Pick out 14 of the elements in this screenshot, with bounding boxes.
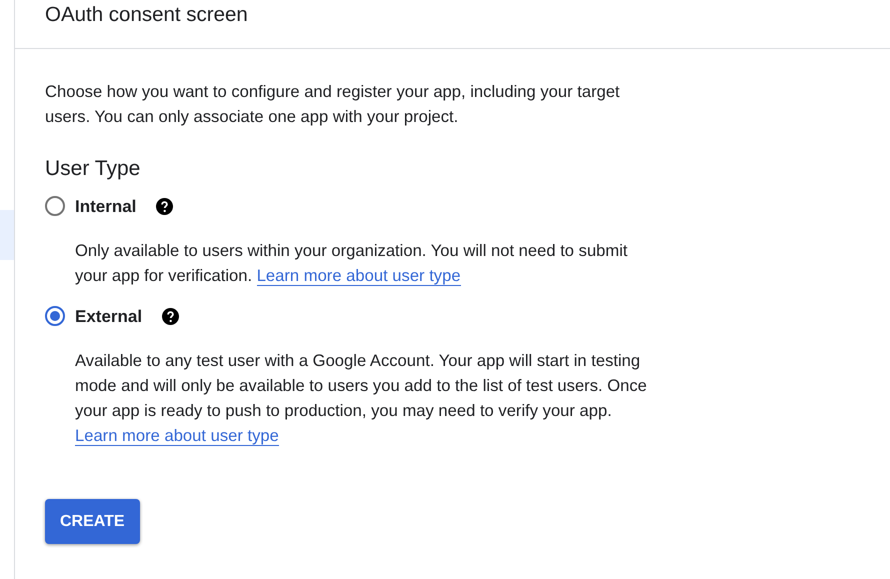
section-heading: User Type	[45, 156, 142, 182]
learn-more-link[interactable]: Learn more about user type	[256, 266, 461, 286]
help-icon[interactable]	[156, 198, 174, 215]
option-label[interactable]: External	[75, 304, 142, 329]
radio-button[interactable]	[45, 306, 65, 326]
learn-more-link[interactable]: Learn more about user type	[75, 426, 279, 446]
create-button[interactable]: CREATE	[45, 499, 140, 544]
radio-button[interactable]	[45, 196, 65, 216]
option-label[interactable]: Internal	[75, 194, 136, 219]
intro-text: Choose how you want to configure and register your app, including your target users. You can only associate one app with your project.	[45, 81, 621, 128]
option-description: Available to any test user with a Google Account. Your app will start in testing mode and will only be available to users you add to the list of test users. Once your app is ready to push to production, you may need to verify your app. Learn more about user type	[75, 350, 648, 448]
help-icon[interactable]	[162, 308, 180, 325]
option-description: Only available to users within your organization. You will not need to submit your app for verification. Learn more about user type	[75, 240, 629, 288]
page-title: OAuth consent screen	[45, 3, 249, 28]
